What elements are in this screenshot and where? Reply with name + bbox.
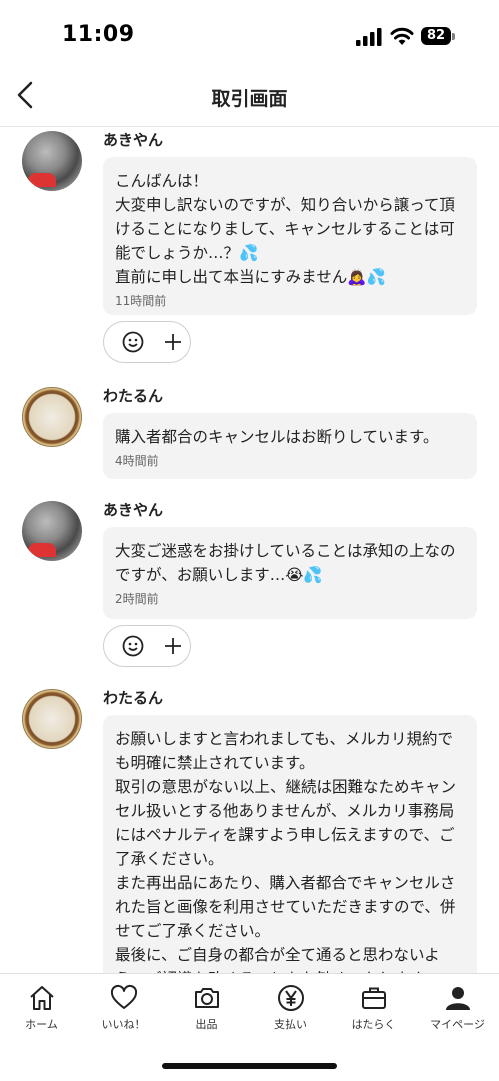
- camera-icon: [194, 988, 219, 1008]
- tab-label: はたらく: [351, 1018, 396, 1031]
- heart-icon: [110, 984, 137, 1009]
- avatar[interactable]: [22, 131, 82, 191]
- sender-name: わたるん: [103, 689, 164, 707]
- page-title: 取引画面: [211, 88, 288, 110]
- tab-sell[interactable]: 出品: [165, 984, 248, 1032]
- reaction-button[interactable]: [103, 321, 191, 363]
- home-icon: [29, 986, 54, 1010]
- tab-mypage[interactable]: マイページ: [416, 984, 499, 1032]
- message-bubble: 大変ご迷惑をお掛けしていることは承知の上なのですが、お願いします…😭💦 2時間前: [103, 527, 477, 619]
- battery-icon: 82: [421, 27, 455, 47]
- briefcase-icon: [361, 987, 386, 1009]
- wifi-icon: [390, 27, 414, 45]
- message-time: 2時間前: [115, 592, 159, 606]
- reaction-button[interactable]: [103, 625, 191, 667]
- yen-icon: [277, 985, 304, 1011]
- message-bubble: お願いしますと言われましても、メルカリ規約でも明確に禁止されています。 取引の意…: [103, 715, 477, 973]
- tab-label: マイページ: [430, 1018, 485, 1031]
- message-time: 11時間前: [115, 294, 167, 308]
- message-bubble: 購入者都合のキャンセルはお断りしています。 4時間前: [103, 413, 477, 479]
- plus-icon: [165, 334, 181, 350]
- message-text: こんばんは！ 大変申し訳ないのですが、知り合いから譲って頂けることになりまして、…: [115, 172, 455, 286]
- tab-home[interactable]: ホーム: [0, 984, 83, 1032]
- sender-name: あきやん: [103, 501, 164, 519]
- message-time: 4時間前: [115, 454, 159, 468]
- message-text: 購入者都合のキャンセルはお断りしています。: [115, 428, 439, 446]
- tab-payment[interactable]: 支払い: [249, 984, 332, 1032]
- sender-name: あきやん: [103, 131, 164, 149]
- message-text: 大変ご迷惑をお掛けしていることは承知の上なのですが、お願いします…😭💦: [115, 542, 456, 584]
- header: 取引画面: [0, 70, 499, 127]
- cellular-signal-icon: [356, 28, 382, 46]
- message-text: お願いしますと言われましても、メルカリ規約でも明確に禁止されています。 取引の意…: [115, 730, 457, 973]
- smile-icon: [122, 331, 144, 353]
- tab-label: 出品: [195, 1018, 218, 1031]
- tab-label: ホーム: [25, 1018, 58, 1031]
- person-icon: [445, 987, 470, 1010]
- smile-icon: [122, 635, 144, 657]
- tab-work[interactable]: はたらく: [332, 984, 415, 1032]
- avatar[interactable]: [22, 501, 82, 561]
- tab-likes[interactable]: いいね！: [82, 984, 165, 1032]
- home-indicator[interactable]: [162, 1063, 337, 1069]
- tab-label: 支払い: [274, 1018, 307, 1031]
- avatar[interactable]: [22, 689, 82, 749]
- plus-icon: [165, 638, 181, 654]
- message-bubble: こんばんは！ 大変申し訳ないのですが、知り合いから譲って頂けることになりまして、…: [103, 157, 477, 315]
- avatar[interactable]: [22, 387, 82, 447]
- status-bar: 11:09 82: [0, 0, 499, 70]
- tab-label: いいね！: [101, 1018, 146, 1031]
- status-time: 11:09: [62, 22, 135, 47]
- battery-level: 82: [421, 27, 451, 45]
- sender-name: わたるん: [103, 387, 164, 405]
- message-item: わたるん お願いしますと言われましても、メルカリ規約でも明確に禁止されています。…: [0, 689, 499, 973]
